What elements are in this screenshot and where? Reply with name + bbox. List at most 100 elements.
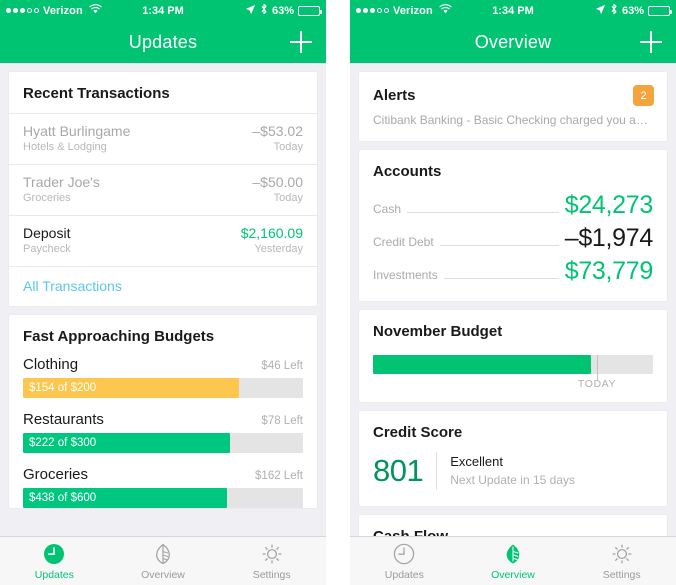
budget-item-clothing[interactable]: Clothing $46 Left $154 of $200 [9,356,317,398]
transaction-name: Hyatt Burlingame [23,123,131,139]
gear-icon [260,542,284,566]
tab-bar-left: Updates Overview Settings [0,536,326,585]
transaction-date: Today [273,141,303,153]
tab-updates[interactable]: Updates [350,537,459,585]
transaction-category: Paycheck [23,243,71,255]
transaction-amount: $2,160.09 [240,225,303,241]
progress-bar: $154 of $200 [23,378,303,398]
month-budget-card[interactable]: November Budget TODAY [359,310,667,402]
card-title: Credit Score [373,424,463,441]
budget-name: Clothing [23,356,79,373]
progress-bar [373,355,653,381]
location-arrow-icon [245,4,256,18]
tab-label: Updates [34,568,74,581]
transaction-date: Today [273,192,303,204]
tab-bar-right: Updates Overview Settings [350,536,676,585]
tab-label: Overview [141,568,185,581]
progress-bar-fill: $222 of $300 [23,433,231,453]
account-value: $73,779 [564,257,654,285]
account-row-cash[interactable]: Cash $24,273 [359,191,667,220]
leader-line [439,245,559,246]
location-arrow-icon [595,4,606,18]
status-bar-indicators: 63% [595,3,672,18]
transaction-date: Yesterday [254,243,303,255]
leaf-icon [151,542,175,566]
account-row-credit-debt[interactable]: Credit Debt –$1,974 [359,224,667,253]
cash-flow-card[interactable]: Cash Flow [359,515,667,536]
table-row[interactable]: Deposit Paycheck $2,160.09 Yesterday [9,215,317,266]
content-scroll-left[interactable]: Recent Transactions Hyatt Burlingame Hot… [0,63,326,536]
battery-icon [298,5,322,16]
alerts-card[interactable]: Alerts 2 Citibank Banking - Basic Checki… [359,72,667,141]
accounts-card: Accounts Cash $24,273 Credit Debt –$1,97… [359,150,667,301]
budget-name: Groceries [23,466,89,483]
content-scroll-right[interactable]: Alerts 2 Citibank Banking - Basic Checki… [350,63,676,536]
transaction-category: Hotels & Lodging [23,141,107,153]
budget-progress-label: $438 of $600 [29,492,97,504]
carrier-label: Verizon [393,4,433,17]
status-bar-indicators: 63% [245,3,322,18]
today-label: TODAY [577,378,617,390]
dual-screenshot-stage: Verizon 1:34 PM 63% Updates Recent Trans… [0,0,676,585]
tab-updates[interactable]: Updates [0,537,109,585]
card-title: Cash Flow [359,515,667,536]
credit-score-next-update: Next Update in 15 days [450,473,575,487]
budget-progress-label: $154 of $200 [29,382,97,394]
budget-remaining: $78 Left [261,415,303,427]
card-title: Fast Approaching Budgets [23,328,215,345]
account-value: –$1,974 [564,224,654,252]
table-row[interactable]: Trader Joe's Groceries –$50.00 Today [9,164,317,215]
budget-name: Restaurants [23,411,104,428]
alert-message: Citibank Banking - Basic Checking charge… [373,113,667,127]
battery-percent-label: 63% [271,4,294,17]
bluetooth-icon [610,3,618,18]
panel-divider [334,0,342,585]
clock-icon [392,542,416,566]
budget-remaining: $162 Left [255,470,303,482]
card-title: Accounts [373,163,442,180]
plus-icon[interactable] [640,31,662,53]
account-label: Cash [373,202,402,216]
transaction-amount: –$53.02 [252,123,303,139]
account-row-investments[interactable]: Investments $73,779 [359,257,667,286]
tab-label: Updates [384,568,424,581]
account-value: $24,273 [564,191,654,219]
tab-overview[interactable]: Overview [459,537,568,585]
credit-score-value: 801 [373,453,424,488]
budget-item-groceries[interactable]: Groceries $162 Left $438 of $600 [9,466,317,508]
account-label: Investments [373,268,438,282]
clock-icon [42,542,66,566]
tab-label: Settings [252,568,291,581]
tab-overview[interactable]: Overview [109,537,218,585]
status-bar-left: Verizon 1:34 PM 63% [0,0,326,21]
budget-remaining: $46 Left [261,360,303,372]
wifi-icon [439,4,452,17]
status-bar-carrier-group: Verizon [6,4,102,17]
plus-icon[interactable] [290,31,312,53]
leader-line [443,278,559,279]
credit-score-card[interactable]: Credit Score 801 Excellent Next Update i… [359,411,667,506]
page-title: Updates [128,31,198,52]
table-row[interactable]: Hyatt Burlingame Hotels & Lodging –$53.0… [9,113,317,164]
status-badge: 2 [633,85,654,106]
battery-percent-label: 63% [621,4,644,17]
carrier-label: Verizon [43,4,83,17]
phone-screen-overview: Verizon 1:34 PM 63% Overview Alerts 2 Ci… [350,0,676,585]
tab-settings[interactable]: Settings [217,537,326,585]
battery-icon [648,5,672,16]
gear-icon [610,542,634,566]
transaction-category: Groceries [23,192,71,204]
budget-progress-label: $222 of $300 [29,437,97,449]
signal-strength-dots [356,8,389,13]
account-label: Credit Debt [373,235,434,249]
all-transactions-link[interactable]: All Transactions [9,266,317,306]
progress-bar-fill: $438 of $600 [23,488,228,508]
nav-bar-right: Overview [350,21,676,63]
status-bar-right: Verizon 1:34 PM 63% [350,0,676,21]
card-title: Recent Transactions [23,85,170,102]
tab-settings[interactable]: Settings [567,537,676,585]
budget-item-restaurants[interactable]: Restaurants $78 Left $222 of $300 [9,411,317,453]
status-bar-carrier-group: Verizon [356,4,452,17]
wifi-icon [89,4,102,17]
recent-transactions-card: Recent Transactions Hyatt Burlingame Hot… [9,72,317,306]
